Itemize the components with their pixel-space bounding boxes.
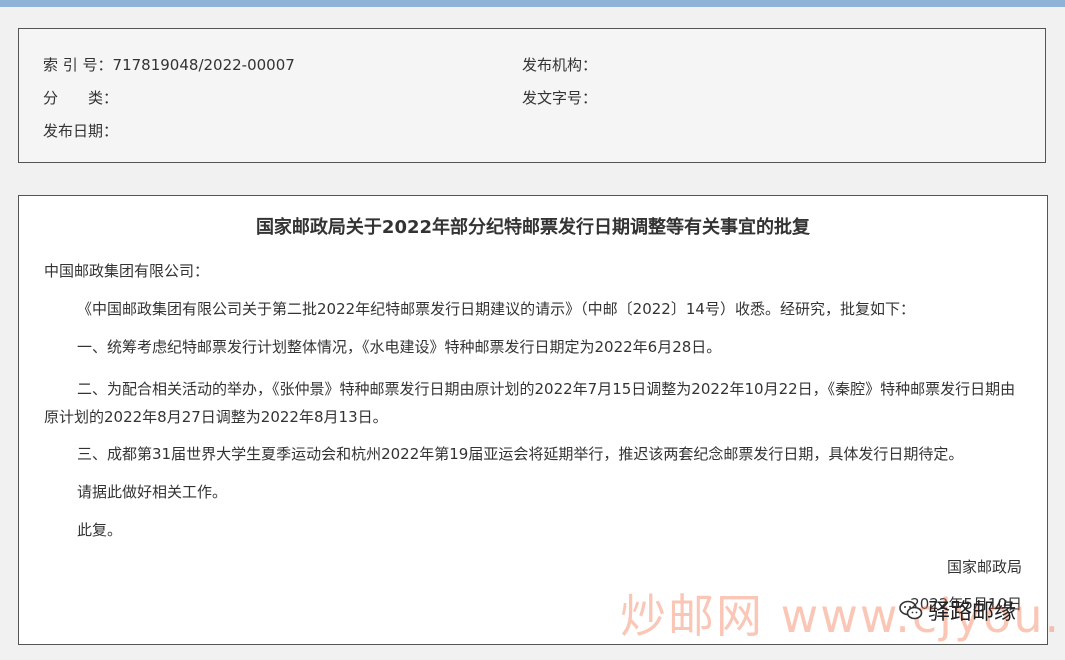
paragraph-item-2: 二、为配合相关活动的举办，《张仲景》特种邮票发行日期由原计划的2022年7月15… bbox=[44, 380, 1016, 426]
org-label: 发布机构： bbox=[522, 56, 598, 74]
index-label: 索 引 号： bbox=[43, 56, 113, 74]
account-tag: 驿路邮缘 bbox=[898, 594, 1016, 626]
meta-category-row: 分 类： bbox=[43, 88, 118, 108]
document-content-panel: 国家邮政局关于2022年部分纪特邮票发行日期调整等有关事宜的批复 中国邮政集团有… bbox=[18, 195, 1048, 645]
recipient-line: 中国邮政集团有限公司： bbox=[44, 262, 210, 280]
paragraph-item-1: 一、统筹考虑纪特邮票发行计划整体情况，《水电建设》特种邮票发行日期定为2022年… bbox=[77, 338, 722, 356]
document-title: 国家邮政局关于2022年部分纪特邮票发行日期调整等有关事宜的批复 bbox=[255, 217, 811, 238]
category-label: 分 类： bbox=[43, 89, 119, 107]
wechat-icon bbox=[899, 600, 923, 620]
account-name: 驿路邮缘 bbox=[928, 600, 1017, 625]
paragraph-item-3: 三、成都第31届世界大学生夏季运动会和杭州2022年第19届亚运会将延期举行，推… bbox=[77, 445, 964, 463]
document-metadata-panel: 索 引 号：717819048/2022-00007 分 类： 发布日期： 发布… bbox=[18, 28, 1046, 163]
meta-org-row: 发布机构： bbox=[522, 55, 597, 75]
paragraph-closing: 此复。 bbox=[77, 521, 123, 539]
top-strip bbox=[0, 0, 1065, 7]
index-value: 717819048/2022-00007 bbox=[112, 56, 295, 74]
signature: 国家邮政局 bbox=[946, 558, 1022, 576]
paragraph-request: 《中国邮政集团有限公司关于第二批2022年纪特邮票发行日期建议的请示》（中邮〔2… bbox=[77, 300, 915, 318]
paragraph-closing-request: 请据此做好相关工作。 bbox=[77, 483, 228, 501]
meta-index-row: 索 引 号：717819048/2022-00007 bbox=[43, 55, 295, 75]
date-label: 发布日期： bbox=[43, 122, 119, 140]
meta-date-row: 发布日期： bbox=[43, 121, 118, 141]
meta-docno-row: 发文字号： bbox=[522, 88, 597, 108]
docno-label: 发文字号： bbox=[522, 89, 598, 107]
